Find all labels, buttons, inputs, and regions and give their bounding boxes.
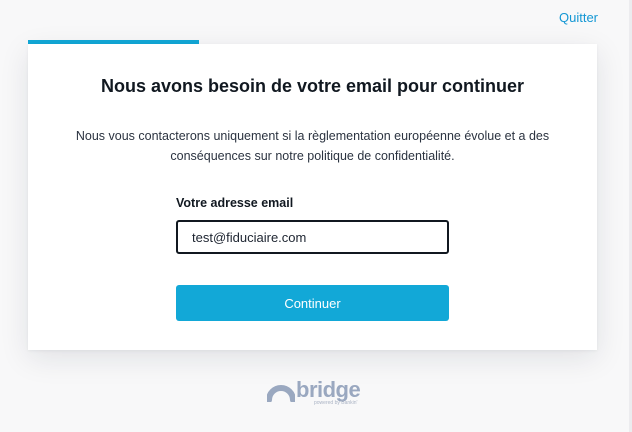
bridge-logo: bridge powered by Bankin' xyxy=(267,377,363,408)
email-field[interactable] xyxy=(176,220,449,254)
continue-button[interactable]: Continuer xyxy=(176,285,449,321)
logo-tagline: powered by Bankin' xyxy=(314,400,358,406)
bridge-arc-icon xyxy=(267,385,295,402)
email-form-card: Nous avons besoin de votre email pour co… xyxy=(28,44,597,350)
page-title: Nous avons besoin de votre email pour co… xyxy=(100,76,525,96)
form-description: Nous vous contacterons uniquement si la … xyxy=(75,129,550,163)
email-field-label: Votre adresse email xyxy=(176,196,294,210)
quit-link[interactable]: Quitter xyxy=(559,10,598,25)
